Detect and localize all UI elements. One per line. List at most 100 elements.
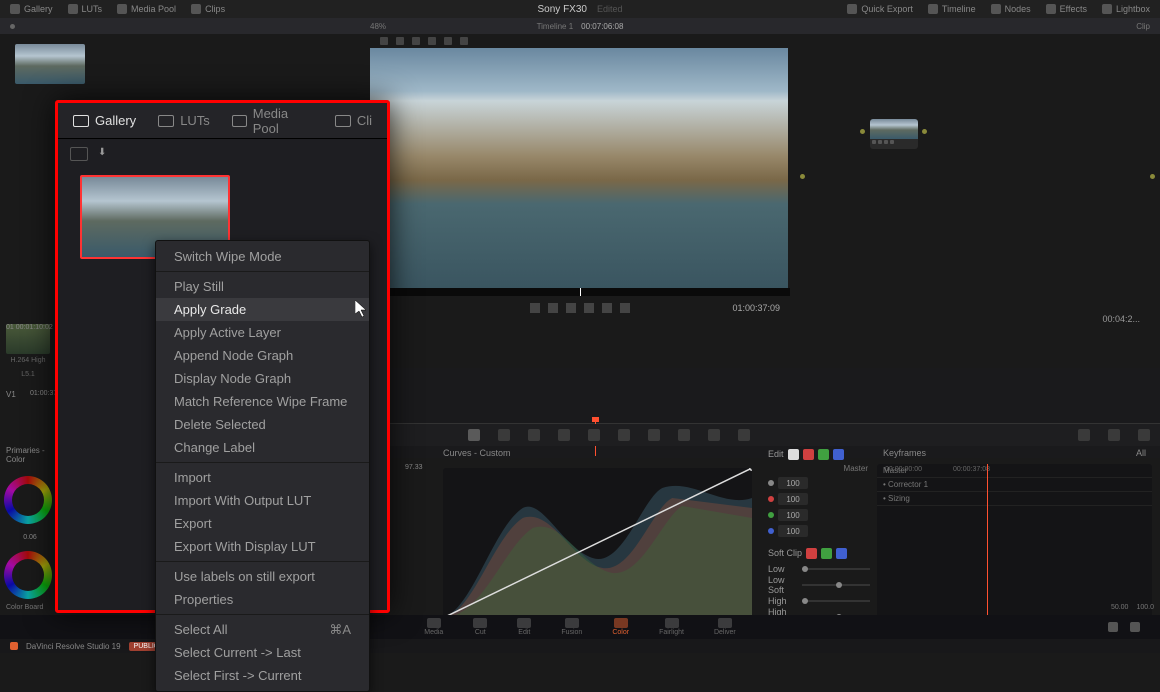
menu-delete-selected[interactable]: Delete Selected <box>156 413 369 436</box>
channel-b-button[interactable] <box>833 449 844 460</box>
corrector-node[interactable] <box>870 119 918 149</box>
page-edit[interactable]: Edit <box>517 618 531 636</box>
stop-button[interactable] <box>566 303 576 313</box>
tab-clips[interactable]: Clips <box>191 4 225 14</box>
tab-clips[interactable]: Cli <box>335 113 372 128</box>
qualifier-palette-button[interactable] <box>528 429 540 441</box>
menu-properties[interactable]: Properties <box>156 588 369 611</box>
channel-g-button[interactable] <box>818 449 829 460</box>
low-slider[interactable] <box>802 568 870 570</box>
timeline-name[interactable]: Timeline 1 <box>537 22 574 31</box>
lightbox-button[interactable]: Lightbox <box>1102 4 1150 14</box>
sc-r-button[interactable] <box>806 548 817 559</box>
viewer-scrubber[interactable] <box>370 288 790 296</box>
menu-switch-wipe[interactable]: Switch Wipe Mode <box>156 245 369 268</box>
menu-append-node-graph[interactable]: Append Node Graph <box>156 344 369 367</box>
step-back-button[interactable] <box>548 303 558 313</box>
curves-palette-button[interactable] <box>468 429 480 441</box>
quick-export-button[interactable]: Quick Export <box>847 4 913 14</box>
menu-apply-active-layer[interactable]: Apply Active Layer <box>156 321 369 344</box>
zoom-level[interactable]: 48% <box>370 22 386 31</box>
nodes-button[interactable]: Nodes <box>991 4 1031 14</box>
viewer-canvas[interactable] <box>370 48 788 288</box>
blur-palette-button[interactable] <box>648 429 660 441</box>
node-output-pin[interactable] <box>922 129 927 134</box>
tab-luts[interactable]: LUTs <box>68 4 103 14</box>
channel-dot[interactable] <box>768 480 774 486</box>
timeline-button[interactable]: Timeline <box>928 4 976 14</box>
tab-mediapool[interactable]: Media Pool <box>117 4 176 14</box>
viewer-tool-button[interactable] <box>444 37 452 45</box>
tab-gallery[interactable]: Gallery <box>73 113 136 128</box>
value-input[interactable] <box>778 477 808 489</box>
keyframes-timeline[interactable]: 00:00:00:00 00:00:37:08 Master • Correct… <box>877 464 1152 624</box>
effects-button[interactable]: Effects <box>1046 4 1087 14</box>
channel-y-button[interactable] <box>788 449 799 460</box>
lowsoft-slider[interactable] <box>802 584 870 586</box>
value-input[interactable] <box>778 525 808 537</box>
menu-play-still[interactable]: Play Still <box>156 275 369 298</box>
menu-change-label[interactable]: Change Label <box>156 436 369 459</box>
sizing-palette-button[interactable] <box>708 429 720 441</box>
3d-palette-button[interactable] <box>738 429 750 441</box>
tab-mediapool[interactable]: Media Pool <box>232 106 313 136</box>
viewer-tool-button[interactable] <box>428 37 436 45</box>
viewer-tool-button[interactable] <box>412 37 420 45</box>
channel-r-button[interactable] <box>803 449 814 460</box>
info-button[interactable] <box>1138 429 1150 441</box>
tab-gallery[interactable]: Gallery <box>10 4 53 14</box>
prev-clip-button[interactable] <box>530 303 540 313</box>
curves-graph[interactable] <box>443 468 752 618</box>
page-deliver[interactable]: Deliver <box>714 618 736 636</box>
tab-luts[interactable]: LUTs <box>158 113 210 128</box>
menu-import[interactable]: Import <box>156 466 369 489</box>
menu-export[interactable]: Export <box>156 512 369 535</box>
window-palette-button[interactable] <box>558 429 570 441</box>
menu-match-ref-wipe[interactable]: Match Reference Wipe Frame <box>156 390 369 413</box>
menu-import-output-lut[interactable]: Import With Output LUT <box>156 489 369 512</box>
project-settings-button[interactable] <box>1130 622 1140 632</box>
menu-export-display-lut[interactable]: Export With Display LUT <box>156 535 369 558</box>
menu-select-first-current[interactable]: Select First -> Current <box>156 664 369 687</box>
sc-b-button[interactable] <box>836 548 847 559</box>
viewer-tool-button[interactable] <box>396 37 404 45</box>
color-wheel[interactable] <box>4 551 52 599</box>
import-button[interactable]: ⬇ <box>98 147 116 161</box>
magic-palette-button[interactable] <box>618 429 630 441</box>
scopes-button[interactable] <box>1108 429 1120 441</box>
value-input[interactable] <box>778 493 808 505</box>
menu-apply-grade[interactable]: Apply Grade <box>156 298 369 321</box>
tracker-palette-button[interactable] <box>588 429 600 441</box>
viewer-tool-button[interactable] <box>460 37 468 45</box>
play-button[interactable] <box>584 303 594 313</box>
kf-playhead[interactable] <box>987 464 988 624</box>
next-clip-button[interactable] <box>602 303 612 313</box>
warper-palette-button[interactable] <box>498 429 510 441</box>
menu-use-labels[interactable]: Use labels on still export <box>156 565 369 588</box>
page-color[interactable]: Color <box>612 618 629 636</box>
channel-dot[interactable] <box>768 496 774 502</box>
gallery-still-thumb[interactable] <box>15 44 85 84</box>
loop-button[interactable] <box>620 303 630 313</box>
clip-thumb[interactable]: H.264 High L5.1 <box>6 324 50 376</box>
value-input[interactable] <box>778 509 808 521</box>
kf-track[interactable]: • Corrector 1 <box>877 478 1152 492</box>
home-button[interactable] <box>1108 622 1118 632</box>
kf-track[interactable]: • Sizing <box>877 492 1152 506</box>
channel-dot[interactable] <box>768 512 774 518</box>
channel-dot[interactable] <box>768 528 774 534</box>
sidebar-toggle-button[interactable] <box>70 147 88 161</box>
page-media[interactable]: Media <box>424 618 443 636</box>
sc-g-button[interactable] <box>821 548 832 559</box>
node-graph-panel[interactable]: 00:04:2... <box>790 34 1160 334</box>
page-fusion[interactable]: Fusion <box>561 618 582 636</box>
page-cut[interactable]: Cut <box>473 618 487 636</box>
kf-all-dropdown[interactable]: All <box>1136 448 1146 460</box>
color-wheel[interactable] <box>4 476 52 524</box>
graph-input[interactable] <box>800 174 805 179</box>
kf-expand-button[interactable] <box>1078 429 1090 441</box>
key-palette-button[interactable] <box>678 429 690 441</box>
viewer-tool-button[interactable] <box>380 37 388 45</box>
page-fairlight[interactable]: Fairlight <box>659 618 684 636</box>
menu-display-node-graph[interactable]: Display Node Graph <box>156 367 369 390</box>
